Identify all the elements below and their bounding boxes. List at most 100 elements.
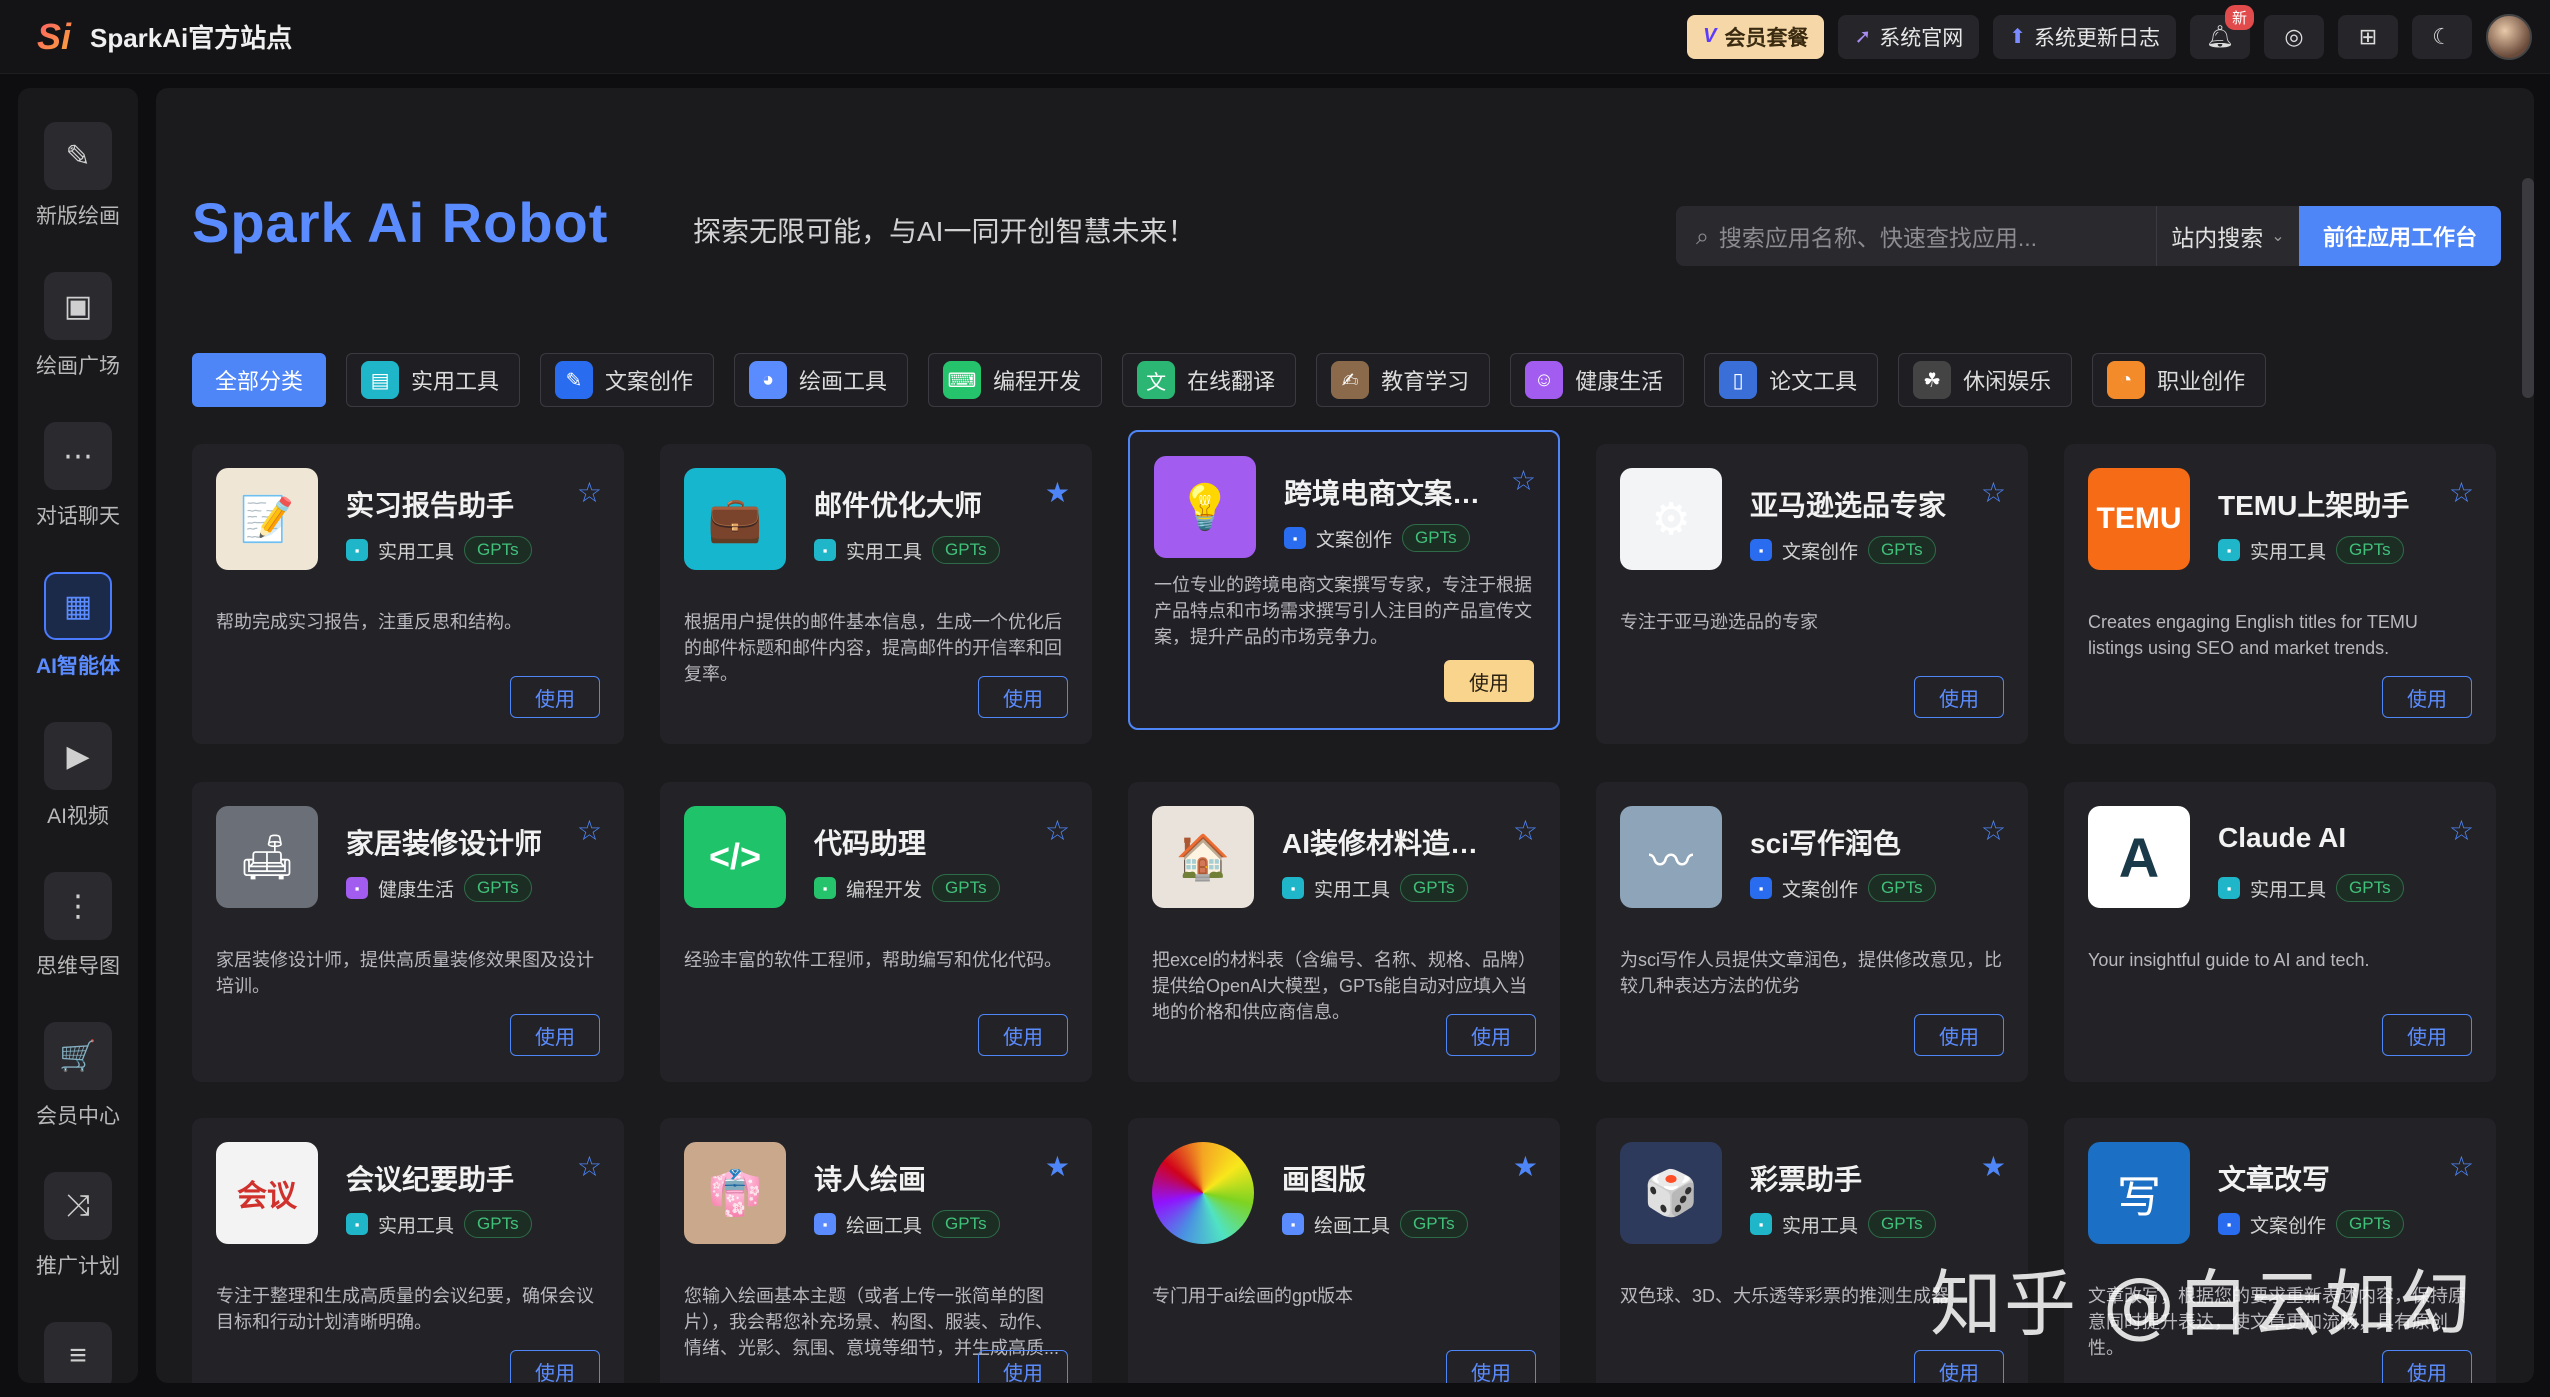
use-button[interactable]: 使用 — [1914, 1014, 2004, 1056]
favorite-star-icon[interactable]: ☆ — [577, 814, 602, 847]
use-button[interactable]: 使用 — [978, 1014, 1068, 1056]
scrollbar[interactable] — [2522, 178, 2534, 398]
use-button[interactable]: 使用 — [1914, 1350, 2004, 1383]
category-tab[interactable]: ✎ 文案创作 — [540, 353, 715, 407]
agent-tags: ▪ 实用工具 GPTs — [346, 1210, 532, 1238]
use-button[interactable]: 使用 — [510, 676, 600, 718]
use-button[interactable]: 使用 — [1914, 676, 2004, 718]
notification-button[interactable]: 🔔︎ 新 — [2190, 4, 2254, 59]
agent-title: 实习报告助手 — [346, 490, 515, 521]
use-button[interactable]: 使用 — [2382, 1014, 2472, 1056]
use-button[interactable]: 使用 — [1446, 1014, 1536, 1056]
category-icon: ✎ — [555, 361, 594, 399]
category-tab[interactable]: ⌨ 编程开发 — [928, 353, 1103, 407]
goto-workbench-button[interactable]: 前往应用工作台 — [2299, 206, 2501, 266]
favorite-star-icon[interactable]: ★ — [1045, 1150, 1070, 1183]
sidebar-item-member-center[interactable]: 🛒 会员中心 — [18, 1022, 138, 1130]
sidebar-item-chat[interactable]: ⋯ 对话聊天 — [18, 422, 138, 530]
use-button[interactable]: 使用 — [2382, 676, 2472, 718]
favorite-star-icon[interactable]: ★ — [1513, 1150, 1538, 1183]
category-icon: ▪ — [1750, 877, 1772, 899]
user-avatar[interactable] — [2486, 13, 2532, 60]
sidebar-item-ai-agent[interactable]: ▦ AI智能体 — [18, 572, 138, 680]
agent-avatar: 💼 — [684, 468, 786, 570]
sidebar-item-mind-map[interactable]: ⋮ 思维导图 — [18, 872, 138, 980]
sidebar-item-more[interactable]: ≡ — [18, 1322, 138, 1383]
official-site-button[interactable]: ➚ 系统官网 — [1838, 14, 1980, 59]
category-tab[interactable]: ☺ 健康生活 — [1510, 353, 1685, 407]
sidebar-item-new-drawing[interactable]: ✎ 新版绘画 — [18, 122, 138, 230]
favorite-star-icon[interactable]: ★ — [1981, 1150, 2006, 1183]
favorite-star-icon[interactable]: ☆ — [577, 1150, 602, 1183]
agent-card[interactable]: 👘 诗人绘画 ★ ▪ 绘画工具 GPTs 您输入绘画基本主题（或者上传一张简单的图片），我会… — [660, 1118, 1092, 1383]
sidebar-item-promotion[interactable]: ⤨ 推广计划 — [18, 1172, 138, 1280]
agent-card[interactable]: </> 代码助理 ☆ ▪ 编程开发 GPTs 经验丰富的软件工程师，帮助编写和优化代码。 使用 — [660, 782, 1092, 1082]
agent-card[interactable]: 会议 会议纪要助手 ☆ ▪ 实用工具 GPTs 专注于整理和生成高质量的会议纪要，确保会议目… — [192, 1118, 624, 1383]
changelog-button[interactable]: ⬆ 系统更新日志 — [1993, 14, 2176, 59]
agent-card[interactable]: 📝 实习报告助手 ☆ ▪ 实用工具 GPTs 帮助完成实习报告，注重反思和结构。 使用 — [192, 444, 624, 744]
use-button[interactable]: 使用 — [1446, 1350, 1536, 1383]
favorite-star-icon[interactable]: ☆ — [2449, 476, 2474, 509]
category-tab[interactable]: ▤ 实用工具 — [346, 353, 521, 407]
use-button[interactable]: 使用 — [1444, 660, 1534, 702]
category-icon: ◔ — [2107, 361, 2146, 399]
agent-description: 家居装修设计师，提供高质量装修效果图及设计培训。 — [216, 950, 594, 996]
favorite-star-icon[interactable]: ☆ — [1981, 814, 2006, 847]
vip-plan-button[interactable]: V 会员套餐 — [1687, 14, 1825, 59]
category-icon: ▪ — [2218, 1213, 2240, 1235]
wechat-button[interactable]: ◎ — [2264, 14, 2324, 59]
agent-card[interactable]: 画图版 ★ ▪ 绘画工具 GPTs 专门用于ai绘画的gpt版本 使用 — [1128, 1118, 1560, 1383]
search-scope-select[interactable]: 站内搜索 ⌄ — [2156, 206, 2299, 266]
category-icon: ▪ — [814, 539, 836, 561]
category-tab[interactable]: 全部分类 — [192, 353, 327, 407]
favorite-star-icon[interactable]: ★ — [1045, 476, 1070, 509]
favorite-star-icon[interactable]: ☆ — [1513, 814, 1538, 847]
agent-card[interactable]: ⚙ 亚马逊选品专家 ☆ ▪ 文案创作 GPTs 专注于亚马逊选品的专家 使用 — [1596, 444, 2028, 744]
agent-category: 绘画工具 — [1314, 1215, 1391, 1237]
favorite-star-icon[interactable]: ☆ — [1045, 814, 1070, 847]
agent-avatar: </> — [684, 806, 786, 908]
category-tab[interactable]: ✍ 教育学习 — [1316, 353, 1491, 407]
agent-card[interactable]: 🛋 家居装修设计师 ☆ ▪ 健康生活 GPTs 家居装修设计师，提供高质量装修效果图及设计培… — [192, 782, 624, 1082]
agent-card[interactable]: A Claude AI ☆ ▪ 实用工具 GPTs Your insightful guid… — [2064, 782, 2496, 1082]
agent-category: 实用工具 — [378, 541, 455, 563]
agent-description: 为sci写作人员提供文章润色，提供修改意见，比较几种表达方法的优劣 — [1620, 950, 2002, 996]
agent-title: 画图版 — [1282, 1164, 1367, 1195]
logo[interactable]: Si SparkAi官方站点 — [28, 15, 292, 59]
gpts-badge: GPTs — [1400, 874, 1468, 902]
favorite-star-icon[interactable]: ☆ — [2449, 1150, 2474, 1183]
category-tab[interactable]: 文在线翻译 — [1122, 353, 1297, 407]
use-button[interactable]: 使用 — [510, 1014, 600, 1056]
favorite-star-icon[interactable]: ☆ — [2449, 814, 2474, 847]
use-button[interactable]: 使用 — [510, 1350, 600, 1383]
favorite-star-icon[interactable]: ☆ — [1981, 476, 2006, 509]
agent-card[interactable]: 💡 跨境电商文案撰写专家 ☆ ▪ 文案创作 GPTs 一位专业的跨境电商文案撰写专家，专注于… — [1128, 430, 1560, 730]
agent-card[interactable]: 🏠AI装修材料造价专家☆▪实用工具GPTs把excel的材料表（含编号、名称、规… — [1128, 782, 1560, 1082]
favorite-star-icon[interactable]: ☆ — [577, 476, 602, 509]
category-tab[interactable]: ▯ 论文工具 — [1704, 353, 1879, 407]
sidebar-item-label: AI视频 — [47, 805, 109, 828]
gift-button[interactable]: ⊞ — [2338, 14, 2398, 59]
mind-map-icon: ⋮ — [44, 872, 112, 940]
use-button[interactable]: 使用 — [978, 1350, 1068, 1383]
category-label: 文案创作 — [605, 369, 694, 394]
agent-card[interactable]: 💼 邮件优化大师 ★ ▪ 实用工具 GPTs 根据用户提供的邮件基本信息，生成一个优化后的邮… — [660, 444, 1092, 744]
agent-card[interactable]: 〰 sci写作润色 ☆ ▪ 文案创作 GPTs 为sci写作人员提供文章润色，提供修改意见，… — [1596, 782, 2028, 1082]
use-button[interactable]: 使用 — [978, 676, 1068, 718]
category-label: 编程开发 — [993, 369, 1082, 394]
category-tab[interactable]: ◕ 绘画工具 — [734, 353, 909, 407]
agent-tags: ▪ 实用工具 GPTs — [2218, 874, 2404, 902]
sidebar-item-drawing-square[interactable]: ▣ 绘画广场 — [18, 272, 138, 380]
agent-title: 诗人绘画 — [814, 1164, 927, 1195]
top-bar: Si SparkAi官方站点 V 会员套餐 ➚ 系统官网 ⬆ 系统更新日志 🔔︎… — [0, 0, 2550, 74]
favorite-star-icon[interactable]: ☆ — [1511, 464, 1536, 497]
agent-card[interactable]: TEMU TEMU上架助手 ☆ ▪ 实用工具 GPTs Creates engaging E… — [2064, 444, 2496, 744]
category-tab[interactable]: ☘ 休闲娱乐 — [1898, 353, 2073, 407]
use-button[interactable]: 使用 — [2382, 1350, 2472, 1383]
theme-toggle-button[interactable]: ☾ — [2412, 14, 2472, 59]
agent-tags: ▪ 健康生活 GPTs — [346, 874, 532, 902]
category-tab[interactable]: ◔ 职业创作 — [2092, 353, 2267, 407]
search-input[interactable]: ⌕ 搜索应用名称、快速查找应用... — [1676, 206, 2156, 266]
agent-avatar: TEMU — [2088, 468, 2190, 570]
sidebar-item-ai-video[interactable]: ▶ AI视频 — [18, 722, 138, 830]
